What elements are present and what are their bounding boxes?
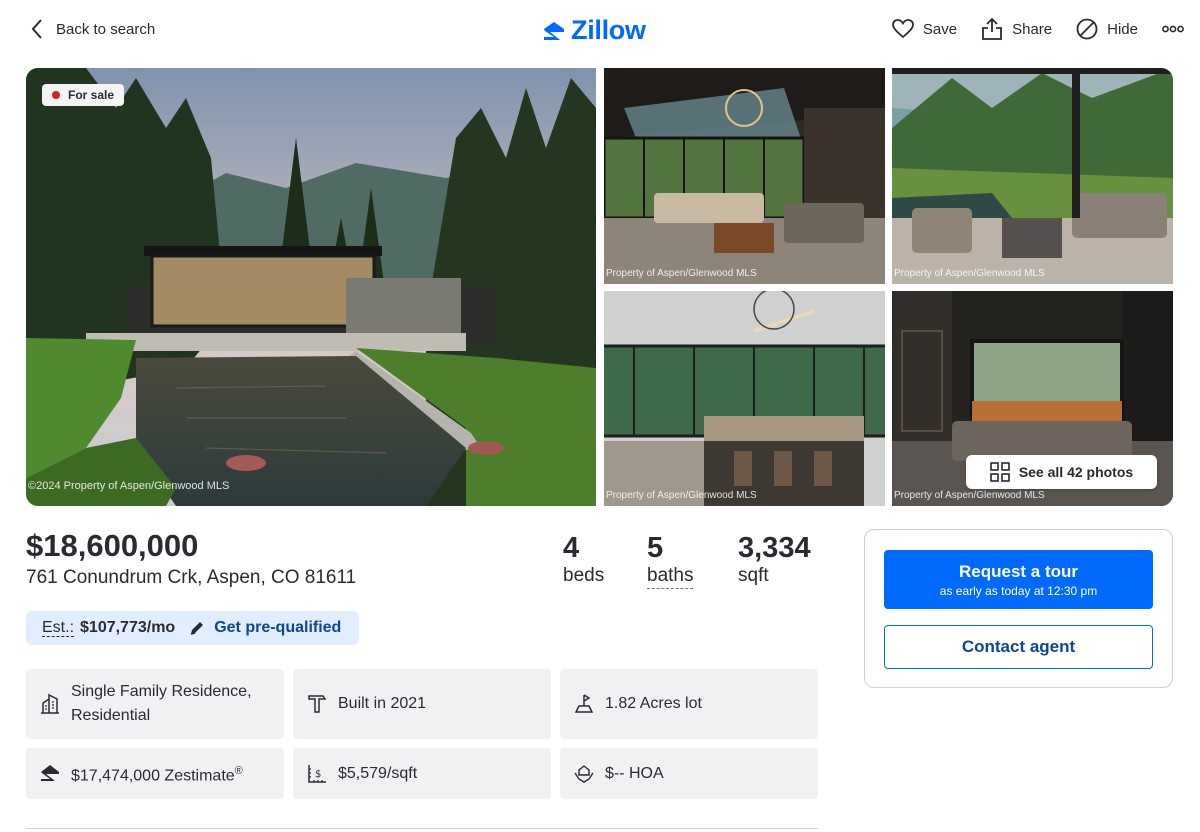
chevron-left-icon — [31, 19, 42, 39]
contact-agent-button[interactable]: Contact agent — [884, 625, 1153, 669]
more-options-button[interactable] — [1162, 25, 1184, 33]
hammer-icon — [308, 695, 327, 713]
estimate-value: $107,773/mo — [80, 619, 176, 636]
svg-text:$: $ — [315, 769, 321, 780]
header-actions: Save Share Hide — [892, 17, 1184, 41]
fact-price-per-sqft-text: $5,579/sqft — [338, 764, 418, 782]
contact-agent-label: Contact agent — [961, 637, 1076, 656]
lot-icon — [574, 694, 594, 713]
top-bar: Back to search Zillow Save Share Hide — [0, 0, 1200, 62]
listing-price: $18,600,000 — [26, 528, 199, 563]
estimate-label[interactable]: Est.: — [42, 619, 75, 637]
fact-zestimate-text: $17,474,000 Zestimate — [71, 767, 235, 785]
heart-icon — [892, 19, 914, 39]
baths-value: 5 — [647, 532, 664, 564]
share-label: Share — [1012, 20, 1053, 38]
fact-lot-size-text: 1.82 Acres lot — [605, 695, 702, 712]
fact-zestimate[interactable]: $17,474,000 Zestimate® — [26, 748, 284, 799]
save-label: Save — [922, 20, 958, 38]
request-tour-button[interactable]: Request a tour as early as today at 12:3… — [884, 550, 1153, 609]
back-to-search-link[interactable]: Back to search — [30, 18, 155, 40]
status-badge: For sale — [42, 84, 125, 106]
fact-home-type: Single Family Residence, Residential — [26, 669, 284, 739]
share-button[interactable]: Share — [981, 17, 1052, 41]
beds-label: beds — [563, 565, 605, 586]
photo-credit: Property of Aspen/Glenwood MLS — [894, 490, 1045, 501]
beds-value: 4 — [563, 532, 580, 564]
hoa-hands-icon — [574, 764, 594, 783]
sqft-stat: 3,334 sqft — [738, 532, 811, 587]
status-dot — [52, 91, 60, 99]
photo-thumbnail[interactable] — [604, 291, 885, 506]
get-prequalified-link[interactable]: Get pre-qualified — [189, 619, 341, 637]
photo-credit: ©2024 Property of Aspen/Glenwood MLS — [28, 480, 230, 492]
grid-icon — [990, 462, 1010, 482]
hide-icon — [1076, 18, 1098, 40]
photo-thumbnail[interactable] — [892, 68, 1173, 284]
get-prequalified-label: Get pre-qualified — [214, 619, 342, 636]
photo-thumbnail[interactable] — [604, 68, 885, 284]
estimate-pill: Est.: $107,773/mo Get pre-qualified — [26, 611, 359, 645]
fact-price-per-sqft: $ $5,579/sqft — [293, 748, 551, 799]
fact-lot-size: 1.82 Acres lot — [560, 669, 818, 739]
section-divider — [26, 828, 818, 829]
main-photo[interactable] — [26, 68, 596, 506]
photo-credit: Property of Aspen/Glenwood MLS — [606, 490, 757, 501]
fact-year-built-text: Built in 2021 — [338, 695, 427, 712]
registered-mark: ® — [234, 764, 243, 777]
fact-hoa-text: $-- HOA — [605, 764, 664, 782]
fact-year-built: Built in 2021 — [293, 669, 551, 739]
sqft-value: 3,334 — [738, 532, 811, 564]
baths-stat[interactable]: 5 baths — [647, 532, 694, 589]
see-all-photos-label: See all 42 photos — [1018, 464, 1134, 480]
fact-home-type-line1: Single Family Residence, — [71, 683, 252, 700]
photo-credit: Property of Aspen/Glenwood MLS — [894, 268, 1045, 279]
request-tour-sublabel: as early as today at 12:30 pm — [939, 583, 1098, 598]
see-all-photos-button[interactable]: See all 42 photos — [966, 455, 1157, 489]
listing-address: 761 Conundrum Crk, Aspen, CO 81611 — [26, 567, 357, 588]
zillow-logo[interactable]: Zillow — [542, 15, 646, 46]
photo-credit: Property of Aspen/Glenwood MLS — [606, 268, 757, 279]
price-sqft-icon: $ — [308, 764, 326, 783]
more-dots-icon — [1162, 25, 1184, 33]
hide-button[interactable]: Hide — [1076, 18, 1138, 40]
beds-stat: 4 beds — [563, 532, 604, 587]
baths-label[interactable]: baths — [647, 565, 694, 589]
zillow-logo-icon — [544, 21, 564, 40]
fact-home-type-line2: Residential — [71, 707, 151, 724]
hide-label: Hide — [1107, 20, 1138, 38]
pencil-icon — [191, 622, 204, 635]
share-icon — [982, 17, 1003, 40]
contact-card: Request a tour as early as today at 12:3… — [864, 529, 1173, 688]
zillow-icon — [41, 764, 59, 781]
status-badge-label: For sale — [68, 88, 115, 102]
fact-hoa: $-- HOA — [560, 748, 818, 799]
back-to-search-label: Back to search — [56, 20, 156, 38]
building-icon — [41, 693, 59, 714]
sqft-label: sqft — [738, 565, 769, 586]
save-button[interactable]: Save — [892, 19, 957, 39]
zillow-logo-text: Zillow — [571, 15, 646, 45]
request-tour-label: Request a tour — [958, 561, 1079, 581]
